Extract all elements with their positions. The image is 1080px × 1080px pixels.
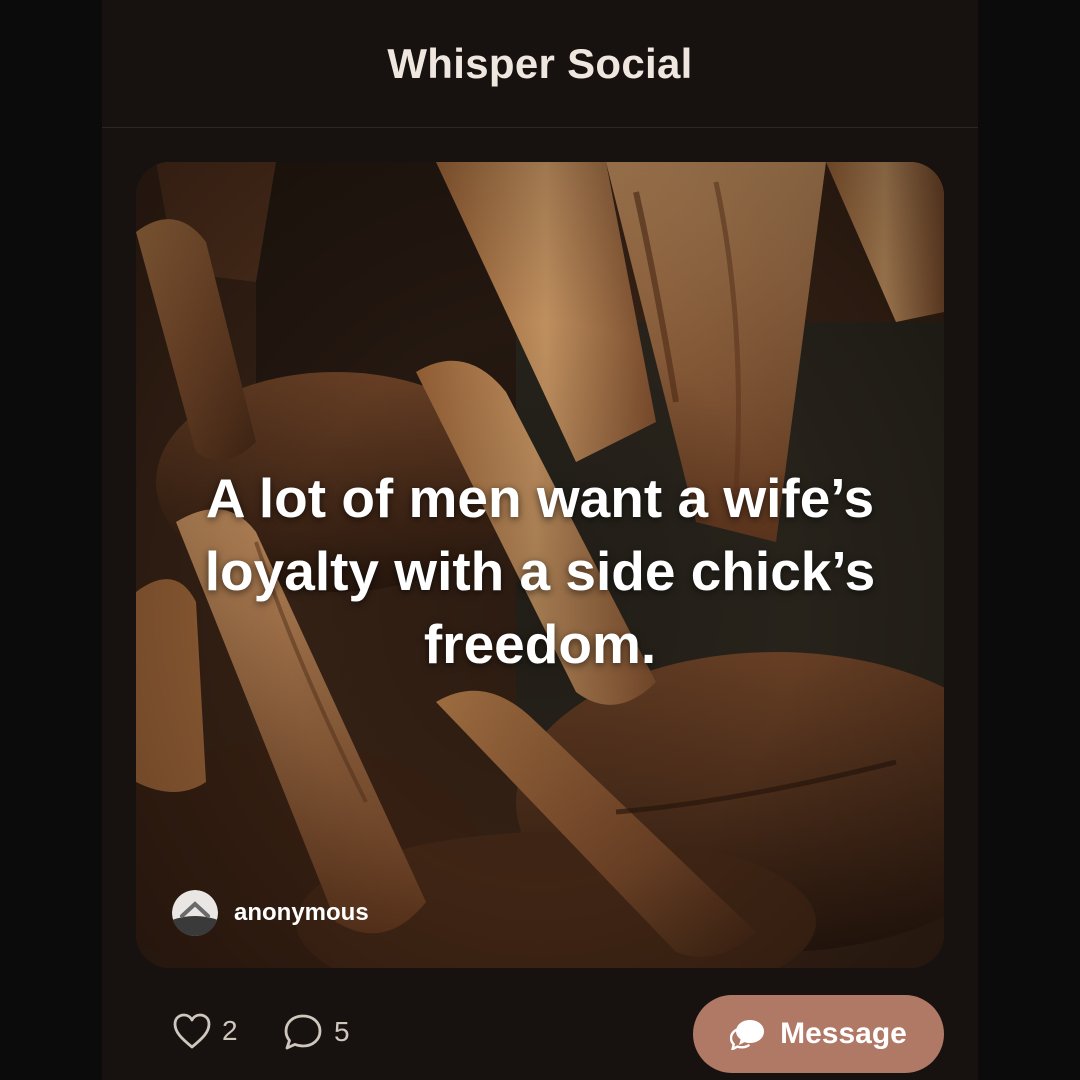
like-button[interactable]: 2 bbox=[172, 1012, 238, 1050]
app-container: Whisper Social A lot of men want a wife’… bbox=[102, 0, 978, 1080]
chat-bubbles-icon bbox=[730, 1018, 766, 1050]
comment-button[interactable]: 5 bbox=[282, 1012, 350, 1052]
anonymous-avatar-icon bbox=[172, 890, 218, 936]
post-quote: A lot of men want a wife’s loyalty with … bbox=[204, 467, 876, 675]
header: Whisper Social bbox=[102, 0, 978, 128]
app-title: Whisper Social bbox=[387, 39, 693, 87]
post-author[interactable]: anonymous bbox=[172, 890, 369, 936]
post-card[interactable]: A lot of men want a wife’s loyalty with … bbox=[136, 162, 944, 968]
post-actions: 2 5 Message bbox=[102, 990, 978, 1080]
heart-icon bbox=[173, 1013, 211, 1049]
author-name: anonymous bbox=[234, 899, 369, 926]
message-button-label: Message bbox=[780, 1017, 907, 1050]
comment-count: 5 bbox=[334, 1016, 350, 1047]
comment-bubble-icon bbox=[284, 1014, 322, 1050]
message-button[interactable]: Message bbox=[693, 995, 944, 1073]
like-count: 2 bbox=[222, 1015, 238, 1046]
